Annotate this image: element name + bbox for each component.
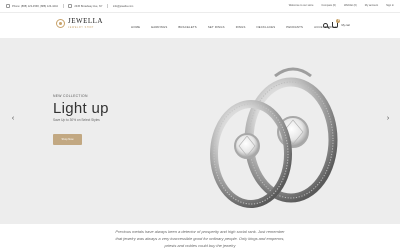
rings-image [210,67,338,208]
contact-info: Phone: (888) 123-4568, (888) 123-4444 23… [6,4,133,8]
search-icon[interactable] [323,22,329,28]
intro-line: that jewelry was always a very inaccessi… [115,236,285,241]
logo-subtitle: JEWELRY SHOP [68,26,94,29]
hero-eyebrow: NEW COLLECTION [53,94,88,98]
nav-item-set-rings[interactable]: SET RINGS [208,25,225,29]
nav-item-bracelets[interactable]: BRACELETS [178,25,196,29]
hero-slider: ‹ › NEW COLLECTION Light up Save Up to 3… [0,38,400,224]
nav-item-rings[interactable]: RINGS [236,25,246,29]
slider-next-button[interactable]: › [384,114,392,124]
intro-line: priests and nobles could buy the jewelry [164,243,236,248]
logo-icon [56,19,65,28]
wishlist-link[interactable]: Wishlist (0) [344,4,357,7]
hero-title: Light up [53,100,109,117]
cart-label: My cart [341,23,350,27]
site-header: JEWELLA JEWELRY SHOP HOME EARRINGS BRACE… [0,13,400,38]
email-link[interactable]: info@jewella.com [113,5,133,8]
hero-subtitle: Save Up to 30% on Select Styles [53,118,100,122]
address-text: 2345 Broadway Ave, NY [74,4,103,8]
account-links: Welcome to our store Compare (0) Wishlis… [289,4,394,7]
signin-link[interactable]: Sign in [386,4,394,7]
nav-item-home[interactable]: HOME [131,25,140,29]
intro-line: Precious metals have always been a detec… [115,229,285,234]
slider-prev-button[interactable]: ‹ [9,114,17,124]
divider [107,4,108,8]
cart-count-badge: 0 [336,19,341,23]
cart-button[interactable]: 0 My cart [332,19,350,28]
nav-item-earrings[interactable]: EARRINGS [151,25,167,29]
top-bar: Phone: (888) 123-4568, (888) 123-4444 23… [0,0,400,13]
intro-text: Precious metals have always been a detec… [0,228,400,249]
logo-text: JEWELLA [68,17,103,25]
phone-icon [6,4,10,8]
nav-item-necklaces[interactable]: NECKLACES [257,25,276,29]
compare-link[interactable]: Compare (0) [321,4,336,7]
divider [62,4,64,8]
main-nav: HOME EARRINGS BRACELETS SET RINGS RINGS … [131,25,337,29]
logo[interactable]: JEWELLA JEWELRY SHOP [56,18,103,29]
nav-item-pendants[interactable]: PENDANTS [286,25,303,29]
welcome-text: Welcome to our store [288,4,314,7]
header-actions: 0 My cart [323,19,350,28]
account-link[interactable]: My account [365,4,378,7]
phone-text: Phone: (888) 123-4568, (888) 123-4444 [12,4,58,8]
location-icon [68,4,73,8]
shop-now-button[interactable]: Shop Now [53,134,82,145]
